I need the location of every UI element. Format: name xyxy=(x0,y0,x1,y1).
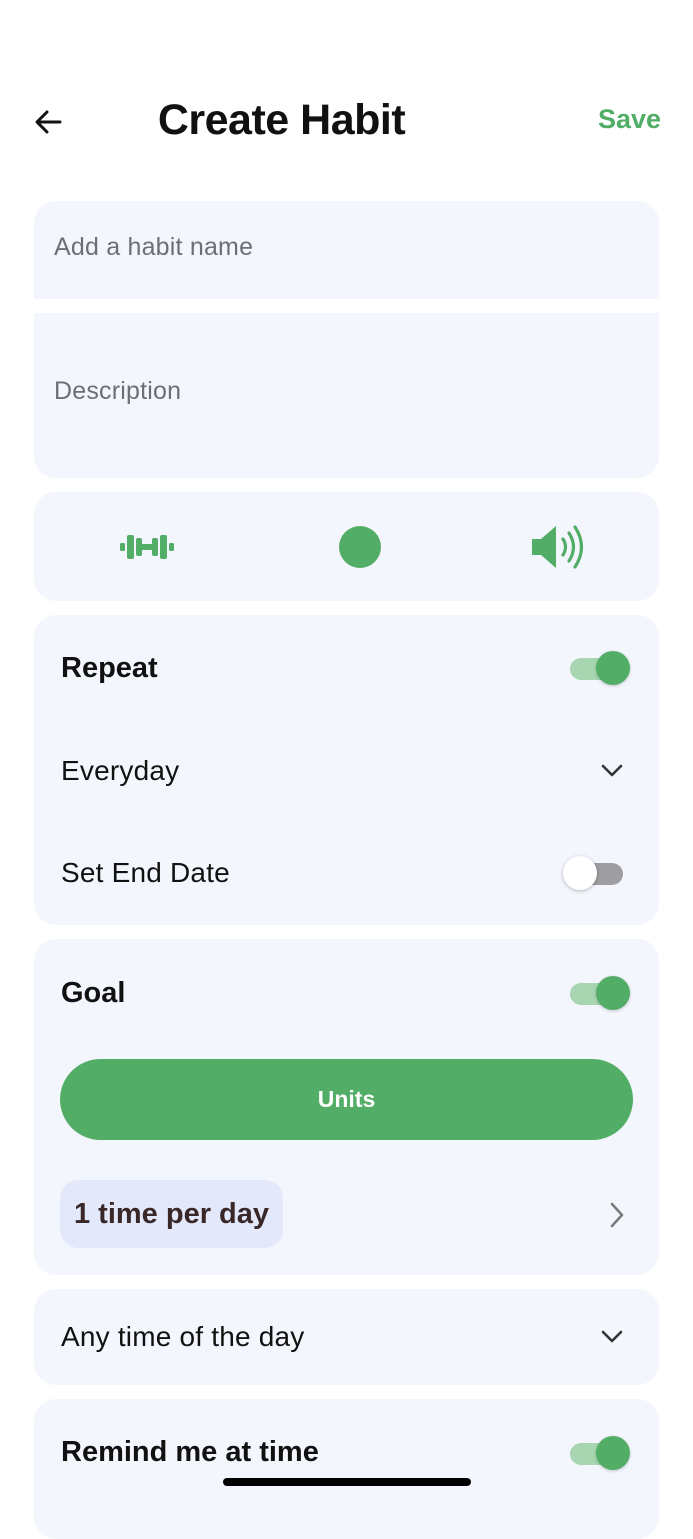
reminder-toggle[interactable] xyxy=(568,1436,630,1470)
habit-name-field[interactable]: Add a habit name xyxy=(34,201,659,299)
reminder-label: Remind me at time xyxy=(61,1436,319,1468)
color-dot-icon[interactable] xyxy=(338,522,382,572)
units-button[interactable]: Units xyxy=(60,1059,633,1140)
chevron-down-icon[interactable] xyxy=(597,756,627,786)
goal-section: Goal Units 1 time per day xyxy=(34,939,659,1275)
home-indicator xyxy=(223,1478,471,1486)
dumbbell-icon[interactable] xyxy=(118,522,176,572)
goal-label: Goal xyxy=(61,977,126,1009)
description-field[interactable]: Description xyxy=(34,313,659,478)
time-of-day-selector[interactable]: Any time of the day xyxy=(34,1289,659,1385)
icon-picker xyxy=(34,492,659,601)
repeat-frequency-value[interactable]: Everyday xyxy=(61,755,179,787)
goal-toggle[interactable] xyxy=(568,976,630,1010)
habit-name-placeholder: Add a habit name xyxy=(54,233,254,261)
repeat-toggle[interactable] xyxy=(568,651,630,685)
goal-frequency-chip[interactable]: 1 time per day xyxy=(60,1180,284,1248)
repeat-label: Repeat xyxy=(61,652,158,684)
chevron-right-icon[interactable] xyxy=(602,1200,632,1230)
end-date-toggle[interactable] xyxy=(563,856,627,890)
description-placeholder: Description xyxy=(54,377,182,405)
chevron-down-icon[interactable] xyxy=(597,1322,627,1352)
time-of-day-value: Any time of the day xyxy=(61,1321,305,1352)
reminder-section: Remind me at time xyxy=(34,1399,659,1539)
repeat-section: Repeat Everyday Set End Date xyxy=(34,615,659,925)
end-date-label: Set End Date xyxy=(61,857,230,888)
page-title: Create Habit xyxy=(157,96,406,144)
save-button[interactable]: Save xyxy=(598,104,661,135)
speaker-icon[interactable] xyxy=(530,522,588,572)
